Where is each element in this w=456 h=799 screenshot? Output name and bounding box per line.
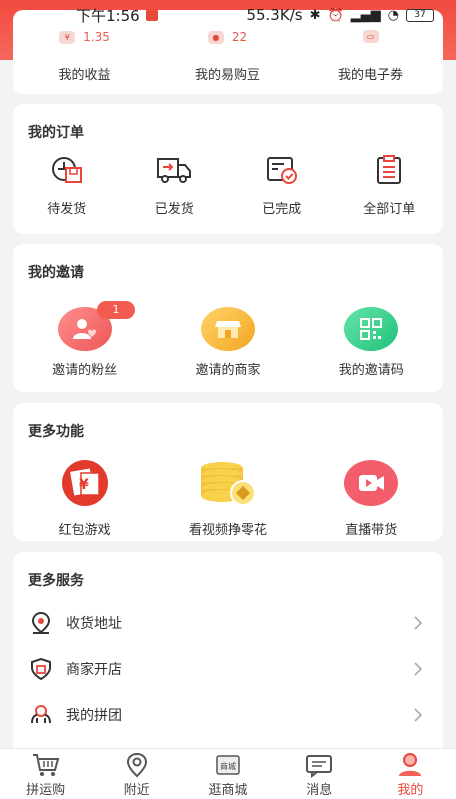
red-envelope-icon: ¥: [61, 460, 108, 506]
battery-icon: 37: [406, 8, 434, 22]
invites-card: 我的邀请 1 邀请的粉丝 邀请的商家 我的邀请码: [13, 244, 443, 392]
location-pin-icon: [31, 611, 51, 634]
service-address-label: 收货地址: [66, 616, 122, 632]
features-card: 更多功能 ¥ 红包游戏 看视频挣零花 直播带货: [13, 403, 443, 541]
feature-red-envelope-game[interactable]: ¥ 红包游戏: [13, 459, 156, 538]
status-bar: 下午1:56 55.3K/s ✱ ⏰ ▂▄▆ ◔ 37: [0, 0, 456, 30]
invites-title: 我的邀请: [28, 265, 84, 281]
group-icon: [31, 705, 51, 724]
tab-profile[interactable]: 我的: [365, 749, 456, 799]
invite-code[interactable]: 我的邀请码: [300, 307, 443, 378]
profile-icon: [399, 753, 422, 776]
order-shipped-label: 已发货: [154, 202, 194, 217]
service-my-group[interactable]: 我的拼团: [13, 692, 443, 738]
invite-merchants[interactable]: 邀请的商家: [156, 307, 299, 378]
message-icon: [306, 755, 333, 778]
chevron-right-icon: [414, 616, 423, 630]
tab-profile-label: 我的: [397, 783, 424, 798]
feature-live-streaming[interactable]: 直播带货: [300, 459, 443, 538]
invite-fans[interactable]: 1 邀请的粉丝: [13, 301, 156, 378]
shop-shield-icon: [31, 657, 51, 681]
order-pending-label: 待发货: [47, 202, 87, 217]
tab-nearby-label: 附近: [123, 783, 150, 798]
completed-icon: [266, 157, 297, 184]
order-all-label: 全部订单: [363, 202, 416, 217]
invite-merchants-label: 邀请的商家: [195, 363, 261, 378]
chevron-right-icon: [414, 708, 423, 722]
mall-icon: 商城: [216, 755, 240, 775]
tab-messages-label: 消息: [306, 783, 333, 798]
tab-mall[interactable]: 商城 逛商城: [182, 749, 273, 799]
fans-badge: 1: [97, 301, 135, 319]
bean-icon: ●: [207, 30, 224, 44]
bottom-tab-bar: 拼运购 附近 商城 逛商城 消息 我的: [0, 748, 456, 799]
income-label: 我的收益: [58, 68, 111, 83]
service-open-shop-label: 商家开店: [66, 662, 122, 678]
orders-title: 我的订单: [28, 125, 84, 141]
order-completed[interactable]: 已完成: [228, 154, 336, 217]
services-card: 更多服务 收货地址 商家开店 我的拼团: [13, 552, 443, 762]
nearby-icon: [126, 752, 147, 778]
svg-text:商城: 商城: [220, 761, 236, 771]
network-speed: 55.3K/s: [246, 6, 303, 24]
signal-icon: ▂▄▆: [350, 7, 381, 23]
money-bag-icon: ¥: [59, 30, 76, 44]
chevron-right-icon: [414, 662, 423, 676]
coins-icon: [200, 462, 256, 506]
coupons-label: 我的电子券: [337, 68, 403, 83]
service-my-group-label: 我的拼团: [66, 708, 122, 724]
tab-pinyungou[interactable]: 拼运购: [0, 749, 91, 799]
cart-icon: [32, 754, 59, 776]
features-title: 更多功能: [28, 424, 84, 440]
services-title: 更多服务: [28, 573, 84, 589]
live-video-icon: [344, 460, 399, 506]
beans-label: 我的易购豆: [194, 68, 260, 83]
beans-value: 22: [231, 30, 248, 44]
order-pending[interactable]: 待发货: [13, 154, 121, 217]
feature-watch-video[interactable]: 看视频挣零花: [156, 459, 299, 538]
orders-card: 我的订单 待发货 已发货 已完成 全部订单: [13, 104, 443, 234]
feature-red-envelope-label: 红包游戏: [58, 523, 111, 538]
notification-icon: [145, 9, 158, 21]
truck-icon: [157, 158, 192, 183]
feature-watch-video-label: 看视频挣零花: [188, 523, 267, 538]
tab-mall-label: 逛商城: [208, 783, 248, 798]
alarm-icon: ⏰: [327, 7, 344, 23]
pending-shipment-icon: [51, 157, 82, 183]
clipboard-icon: [377, 155, 402, 184]
service-open-shop[interactable]: 商家开店: [13, 646, 443, 692]
service-address[interactable]: 收货地址: [13, 600, 443, 646]
tab-nearby[interactable]: 附近: [91, 749, 182, 799]
order-shipped[interactable]: 已发货: [121, 154, 229, 217]
invite-fans-label: 邀请的粉丝: [52, 363, 118, 378]
tab-messages[interactable]: 消息: [274, 749, 365, 799]
invite-code-label: 我的邀请码: [338, 363, 404, 378]
shop-icon: [200, 307, 255, 351]
coupon-icon: ▭: [362, 30, 379, 43]
order-completed-label: 已完成: [262, 202, 302, 217]
bluetooth-icon: ✱: [309, 7, 321, 23]
svg-text:¥: ¥: [79, 477, 89, 493]
wifi-icon: ◔: [387, 7, 399, 23]
tab-pinyungou-label: 拼运购: [26, 783, 66, 798]
status-time: 下午1:56: [76, 6, 140, 25]
income-value: 1.35: [83, 30, 110, 44]
feature-live-streaming-label: 直播带货: [345, 523, 398, 538]
order-all[interactable]: 全部订单: [336, 154, 444, 217]
qrcode-icon: [344, 307, 399, 351]
